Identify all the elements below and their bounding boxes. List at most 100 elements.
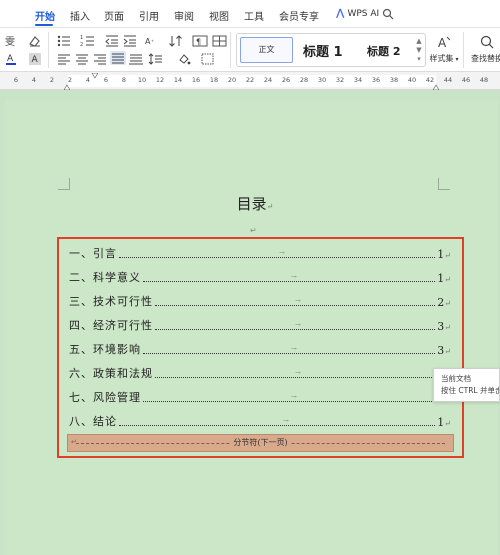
menu-tab-page[interactable]: 页面 (104, 8, 124, 23)
document-title[interactable]: 目录↵ (220, 193, 290, 214)
table-of-contents[interactable]: 一、引言 → 1↵ 二、科学意义 → 1↵ 三、技术可行性 → 2↵ 四、经济可… (57, 237, 464, 458)
find-replace-label: 查找替换 (471, 54, 500, 63)
clear-format-icon[interactable] (27, 34, 43, 48)
shading-fill-icon[interactable] (176, 52, 192, 66)
font-color-icon[interactable]: A (4, 52, 20, 66)
style-set-button[interactable]: A 样式集 ▾ (426, 34, 462, 64)
ruler-tick-label: 36 (371, 76, 381, 84)
ruler-tick-label: 28 (299, 76, 309, 84)
menu-tab-home[interactable]: 开始 (35, 8, 55, 23)
left-indent-marker-icon[interactable] (64, 84, 70, 90)
horizontal-ruler[interactable]: 6 4 2 2 4 6 8 10 12 14 16 18 20 22 24 26 28 30 32 34 36 38 40 4… (0, 72, 500, 90)
borders-icon[interactable] (200, 52, 216, 66)
ruler-tick-label: 32 (335, 76, 345, 84)
toc-entry[interactable]: 四、经济可行性 → 3↵ (69, 317, 451, 333)
ruler-tick-label: 6 (103, 76, 109, 84)
toc-entry[interactable]: 五、环境影响 → 3↵ (69, 341, 451, 357)
toc-leader-dots: → (143, 393, 442, 402)
svg-text:1: 1 (80, 35, 83, 41)
wps-ai-logo-icon: ⋀ (336, 8, 345, 19)
toc-entry-label: 八、结论 (69, 415, 117, 428)
distributed-align-icon[interactable] (128, 52, 144, 66)
ruler-tick-label: 10 (137, 76, 147, 84)
ruler-tick-label: 2 (49, 76, 55, 84)
ruler-tick-label: 22 (245, 76, 255, 84)
toc-leader-dots: → (143, 345, 436, 354)
ruler-tick-label: 46 (461, 76, 471, 84)
ribbon-toolbar: 雯 A A 12 A ⁺ ¶ 正文 标题 1 标题 2 ▲ ▼ ▾ A 样式集 … (0, 28, 500, 72)
svg-text:¶: ¶ (196, 38, 201, 47)
table-icon[interactable] (212, 34, 228, 48)
style-normal-button[interactable]: 正文 (240, 37, 293, 63)
phonetic-guide-icon[interactable]: 雯 (4, 34, 20, 48)
paragraph-mark: ↵ (444, 419, 451, 428)
ruler-tick-label: 8 (121, 76, 127, 84)
justify-icon[interactable] (110, 51, 126, 65)
bullet-list-icon[interactable] (56, 34, 72, 48)
menu-tab-view[interactable]: 视图 (209, 8, 229, 23)
menu-tab-references[interactable]: 引用 (139, 8, 159, 23)
ruler-tick-label: 38 (389, 76, 399, 84)
toc-entry-label: 一、引言 (69, 247, 117, 260)
toc-entry[interactable]: 三、技术可行性 → 2↵ (69, 293, 451, 309)
style-heading2-button[interactable]: 标题 2 (367, 43, 400, 59)
paragraph-mark: ↵ (250, 226, 257, 235)
document-title-text: 目录 (236, 195, 267, 213)
toc-entry-label: 七、风险管理 (69, 391, 141, 404)
find-icon (480, 35, 494, 49)
find-replace-button[interactable]: 查找替换 (470, 34, 500, 64)
tab-mark: → (295, 369, 301, 377)
tooltip-line-1: 当前文档 (441, 374, 471, 383)
show-paragraph-marks-icon[interactable]: ¶ (192, 34, 208, 48)
align-right-icon[interactable] (92, 52, 108, 66)
svg-text:2: 2 (80, 42, 83, 48)
sort-icon[interactable] (168, 34, 184, 48)
text-direction-icon[interactable]: A ⁺ (144, 34, 160, 48)
section-break[interactable]: ↵ 分节符(下一页) (67, 434, 454, 452)
menu-tab-review[interactable]: 审阅 (174, 8, 194, 23)
styles-scroll-icon[interactable]: ▲ ▼ ▾ (413, 37, 425, 65)
hyperlink-tooltip: 当前文档 按住 CTRL 并单击 (433, 368, 500, 402)
ruler-tick-label: 2 (67, 76, 73, 84)
menu-tab-tools[interactable]: 工具 (244, 8, 264, 23)
toc-leader-dots: → (155, 321, 436, 330)
align-left-icon[interactable] (56, 52, 72, 66)
toc-leader-dots: → (143, 273, 436, 282)
style-heading1-button[interactable]: 标题 1 (303, 41, 343, 60)
toc-entry-label: 六、政策和法规 (69, 367, 153, 380)
toc-entry[interactable]: 六、政策和法规 → (69, 365, 444, 381)
toc-entry[interactable]: 二、科学意义 → 1↵ (69, 269, 451, 285)
ribbon-separator (48, 32, 49, 68)
ruler-tick-label: 44 (443, 76, 453, 84)
active-tab-indicator (35, 24, 53, 26)
toc-entry[interactable]: 八、结论 → 1↵ (69, 413, 451, 429)
first-line-indent-marker-icon[interactable] (92, 73, 98, 79)
decrease-indent-icon[interactable] (104, 34, 120, 48)
ruler-tick-label: 42 (425, 76, 435, 84)
toc-leader-dots: → (119, 417, 436, 426)
ruler-tick-label: 40 (407, 76, 417, 84)
tab-mark: → (295, 297, 301, 305)
paragraph-mark: ↵ (266, 202, 274, 211)
svg-text:A: A (7, 54, 14, 64)
section-break-label: 分节符(下一页) (231, 438, 290, 447)
toc-entry[interactable]: 一、引言 → 1↵ (69, 245, 451, 261)
toc-leader-dots: → (155, 369, 442, 378)
numbered-list-icon[interactable]: 12 (80, 34, 96, 48)
right-indent-marker-icon[interactable] (433, 84, 439, 90)
svg-text:A: A (438, 36, 447, 50)
menu-tab-insert[interactable]: 插入 (70, 8, 90, 23)
search-icon[interactable] (382, 8, 394, 20)
svg-text:⁺: ⁺ (151, 39, 154, 46)
ribbon-separator (230, 32, 231, 68)
line-spacing-icon[interactable] (148, 52, 164, 66)
tab-mark: → (279, 249, 285, 257)
crop-mark-top-left (58, 178, 70, 190)
wps-ai-button[interactable]: ⋀ WPS AI (336, 8, 379, 19)
menu-tab-member[interactable]: 会员专享 (279, 8, 319, 23)
align-center-icon[interactable] (74, 52, 90, 66)
toc-entry[interactable]: 七、风险管理 → (69, 389, 444, 405)
increase-indent-icon[interactable] (122, 34, 138, 48)
ruler-tick-label: 20 (227, 76, 237, 84)
character-shading-icon[interactable]: A (27, 52, 43, 66)
